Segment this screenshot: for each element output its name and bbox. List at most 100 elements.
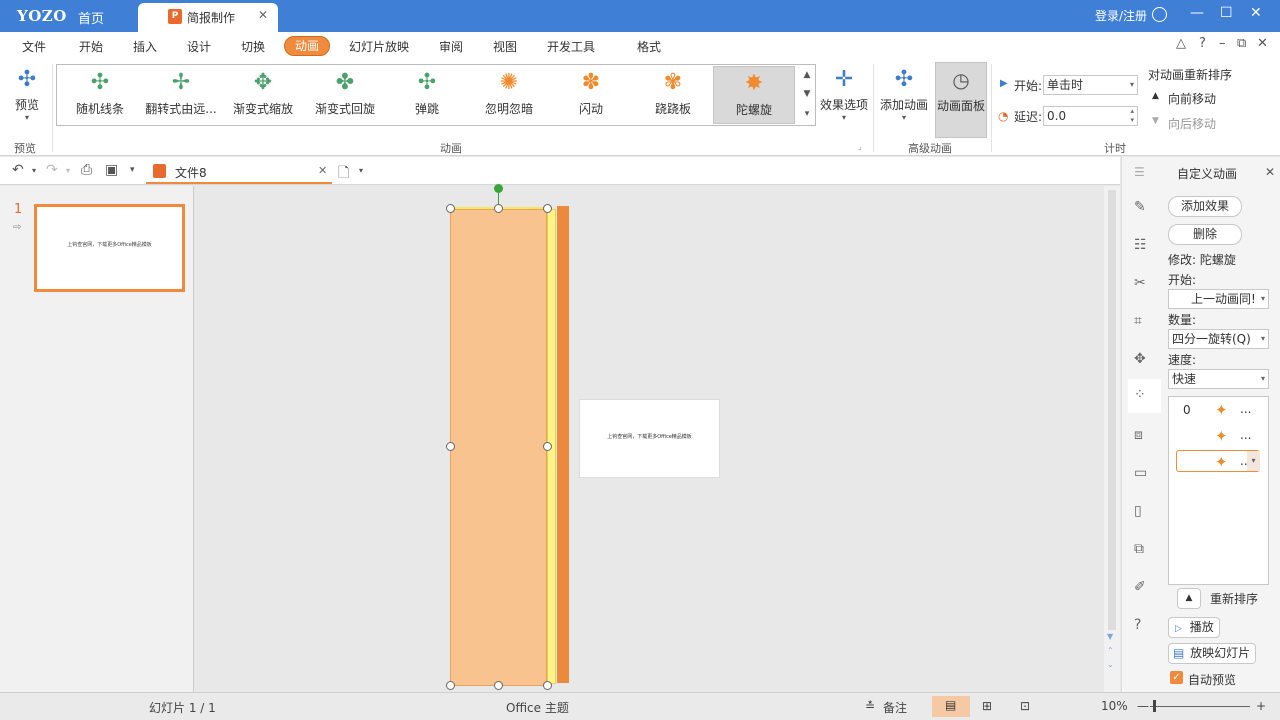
resize-handle-l[interactable] (446, 442, 455, 451)
menu-developer[interactable]: 开发工具 (547, 38, 595, 55)
close-window-icon[interactable]: ✕ (1250, 5, 1262, 21)
scrollbar-thumb[interactable] (1108, 190, 1116, 630)
anim-flip-far[interactable]: ✢ 翻转式由远... (141, 66, 221, 124)
print-preview-icon[interactable]: ⎙ (81, 162, 92, 178)
list-item[interactable]: ✦ ... (1169, 425, 1268, 447)
minimize-icon[interactable]: — (1190, 5, 1204, 21)
zoom-in-icon[interactable]: + (1256, 699, 1266, 713)
effect-options-dropdown-icon[interactable]: ▾ (818, 113, 870, 122)
reading-view-icon[interactable]: ⊡ (1020, 699, 1030, 713)
brush-icon[interactable]: ⌗ (1134, 313, 1142, 329)
notes-icon[interactable]: ≛ (865, 699, 875, 713)
spinner-arrows-icon[interactable]: ▴ ▾ (1130, 107, 1134, 125)
start-combo[interactable]: 单击时 ▾ (1043, 75, 1138, 95)
transition-icon[interactable]: ✥ (1134, 351, 1146, 367)
zoom-slider[interactable] (1150, 706, 1250, 707)
anim-flash[interactable]: ✽ 闪动 (561, 66, 621, 124)
menu-format[interactable]: 格式 (637, 38, 661, 55)
redo-icon[interactable]: ↷ (46, 162, 58, 178)
add-animation-dropdown-icon[interactable]: ▾ (878, 113, 930, 122)
menu-transition[interactable]: 切换 (241, 38, 265, 55)
menu-insert[interactable]: 插入 (133, 38, 157, 55)
anim-fade-zoom[interactable]: ✥ 渐变式缩放 (227, 66, 299, 124)
redo-dropdown-icon[interactable]: ▾ (66, 166, 70, 175)
user-icon[interactable] (1152, 7, 1167, 22)
menu-file[interactable]: 文件 (22, 38, 46, 55)
tools-icon[interactable]: ✂ (1134, 275, 1146, 291)
delay-spinner[interactable]: 0.0 ▴ ▾ (1043, 106, 1138, 126)
anim-flicker[interactable]: ✺ 忽明忽暗 (475, 66, 543, 124)
collapse-ribbon-icon[interactable]: △ (1176, 36, 1186, 51)
play-button[interactable]: ▷ 播放 (1168, 617, 1220, 638)
add-effect-button[interactable]: 添加效果 (1168, 196, 1242, 217)
list-item-selected[interactable]: ✦ ... ▾ (1176, 450, 1260, 472)
resize-handle-tl[interactable] (446, 204, 455, 213)
slide-page[interactable]: 上钩查官网，下载更多Office精品模板 (579, 399, 720, 478)
gallery-scroll-up-icon[interactable]: ▲ (799, 66, 815, 84)
image-icon[interactable]: ⧈ (1134, 427, 1143, 443)
animation-tool-active[interactable]: ⁘ (1128, 379, 1162, 413)
resize-handle-br[interactable] (543, 681, 552, 690)
animation-pane-button[interactable]: ◷ 动画面板 (935, 62, 987, 138)
doc-minimize-icon[interactable]: – (1219, 36, 1226, 51)
anim-fade-swivel[interactable]: ✤ 渐变式回旋 (309, 66, 381, 124)
resize-handle-tr[interactable] (543, 204, 552, 213)
speed-select[interactable]: 快速 ▾ (1168, 369, 1269, 389)
shape-orange-bar[interactable] (557, 206, 569, 683)
customize-toolbar-icon[interactable]: ▾ (130, 165, 135, 175)
next-slide-icon[interactable]: ⌄ (1107, 660, 1114, 669)
menu-animation[interactable]: 动画 (284, 36, 330, 56)
menu-home[interactable]: 开始 (79, 38, 103, 55)
autopreview-checkbox[interactable]: ✓ (1170, 671, 1183, 684)
help-circle-icon[interactable]: ? (1134, 617, 1141, 633)
start-select[interactable]: 上一动画同! ▾ (1168, 289, 1269, 309)
dialog-launcher-icon[interactable]: ⌟ (858, 142, 862, 151)
save-icon[interactable]: ▣ (105, 162, 118, 178)
pencil-icon[interactable]: ✎ (1134, 199, 1146, 215)
zoom-out-icon[interactable]: — (1137, 699, 1149, 713)
add-animation-button[interactable]: ✣ 添加动画 ▾ (878, 64, 930, 122)
slide-thumbnail[interactable]: 上钩查官网，下载更多Office精品模板 (34, 204, 185, 292)
edit-icon[interactable]: ✐ (1134, 579, 1146, 595)
doc-restore-icon[interactable]: ⧉ (1237, 36, 1246, 51)
file-tab[interactable]: 文件8 ✕ (146, 159, 332, 184)
preview-dropdown-icon[interactable]: ▾ (8, 113, 46, 122)
resize-handle-t[interactable] (494, 204, 503, 213)
undo-icon[interactable]: ↶ (12, 162, 24, 178)
adjust-icon[interactable]: ☷ (1134, 237, 1147, 253)
close-pane-icon[interactable]: ✕ (1265, 165, 1275, 179)
effect-options-button[interactable]: ✛ 效果选项 ▾ (818, 64, 870, 122)
help-icon[interactable]: ? (1199, 36, 1206, 51)
anim-spin[interactable]: ✸ 陀螺旋 (713, 66, 795, 124)
gallery-scroll-down-icon[interactable]: ▼ (799, 85, 815, 103)
resize-handle-r[interactable] (543, 442, 552, 451)
menu-slideshow[interactable]: 幻灯片放映 (349, 38, 409, 55)
normal-view-button[interactable]: ▤ (932, 696, 970, 717)
anim-bounce[interactable]: ✣ 弹跳 (397, 66, 457, 124)
anim-random-lines[interactable]: ✣ 随机线条 (61, 66, 139, 124)
preview-button[interactable]: ✣ 预览 ▾ (8, 64, 46, 122)
resize-handle-b[interactable] (494, 681, 503, 690)
comment-icon[interactable]: ▭ (1134, 465, 1147, 481)
close-file-icon[interactable]: ✕ (318, 164, 327, 177)
prev-slide-icon[interactable]: ⌃ (1107, 646, 1114, 655)
reorder-up-button[interactable]: ▲ (1177, 588, 1201, 609)
menu-view[interactable]: 视图 (493, 38, 517, 55)
clipboard-icon[interactable]: ▯ (1134, 503, 1142, 519)
home-tab[interactable]: 首页 (78, 8, 104, 27)
menu-review[interactable]: 审阅 (439, 38, 463, 55)
login-link[interactable]: 登录/注册 (1095, 7, 1147, 24)
slideshow-button[interactable]: ▤ 放映幻灯片 (1168, 643, 1256, 664)
undo-dropdown-icon[interactable]: ▾ (32, 166, 36, 175)
animation-list[interactable]: 0 ✦ ... ✦ ... ✦ ... ▾ (1168, 396, 1269, 585)
document-tab[interactable]: P 简报制作 ✕ (138, 3, 278, 32)
zoom-slider-thumb[interactable] (1153, 700, 1156, 712)
animation-gallery[interactable]: ✣ 随机线条 ✢ 翻转式由远... ✥ 渐变式缩放 ✤ 渐变式回旋 ✣ 弹跳 ✺… (56, 64, 816, 126)
move-forward-button[interactable]: 向前移动 (1168, 90, 1216, 107)
anim-teeter[interactable]: ✾ 跷跷板 (641, 66, 705, 124)
resize-handle-bl[interactable] (446, 681, 455, 690)
delete-button[interactable]: 删除 (1168, 224, 1242, 245)
gallery-expand-icon[interactable]: ▾ (799, 105, 815, 123)
maximize-icon[interactable]: ☐ (1220, 5, 1233, 21)
selected-shape[interactable] (450, 209, 547, 686)
